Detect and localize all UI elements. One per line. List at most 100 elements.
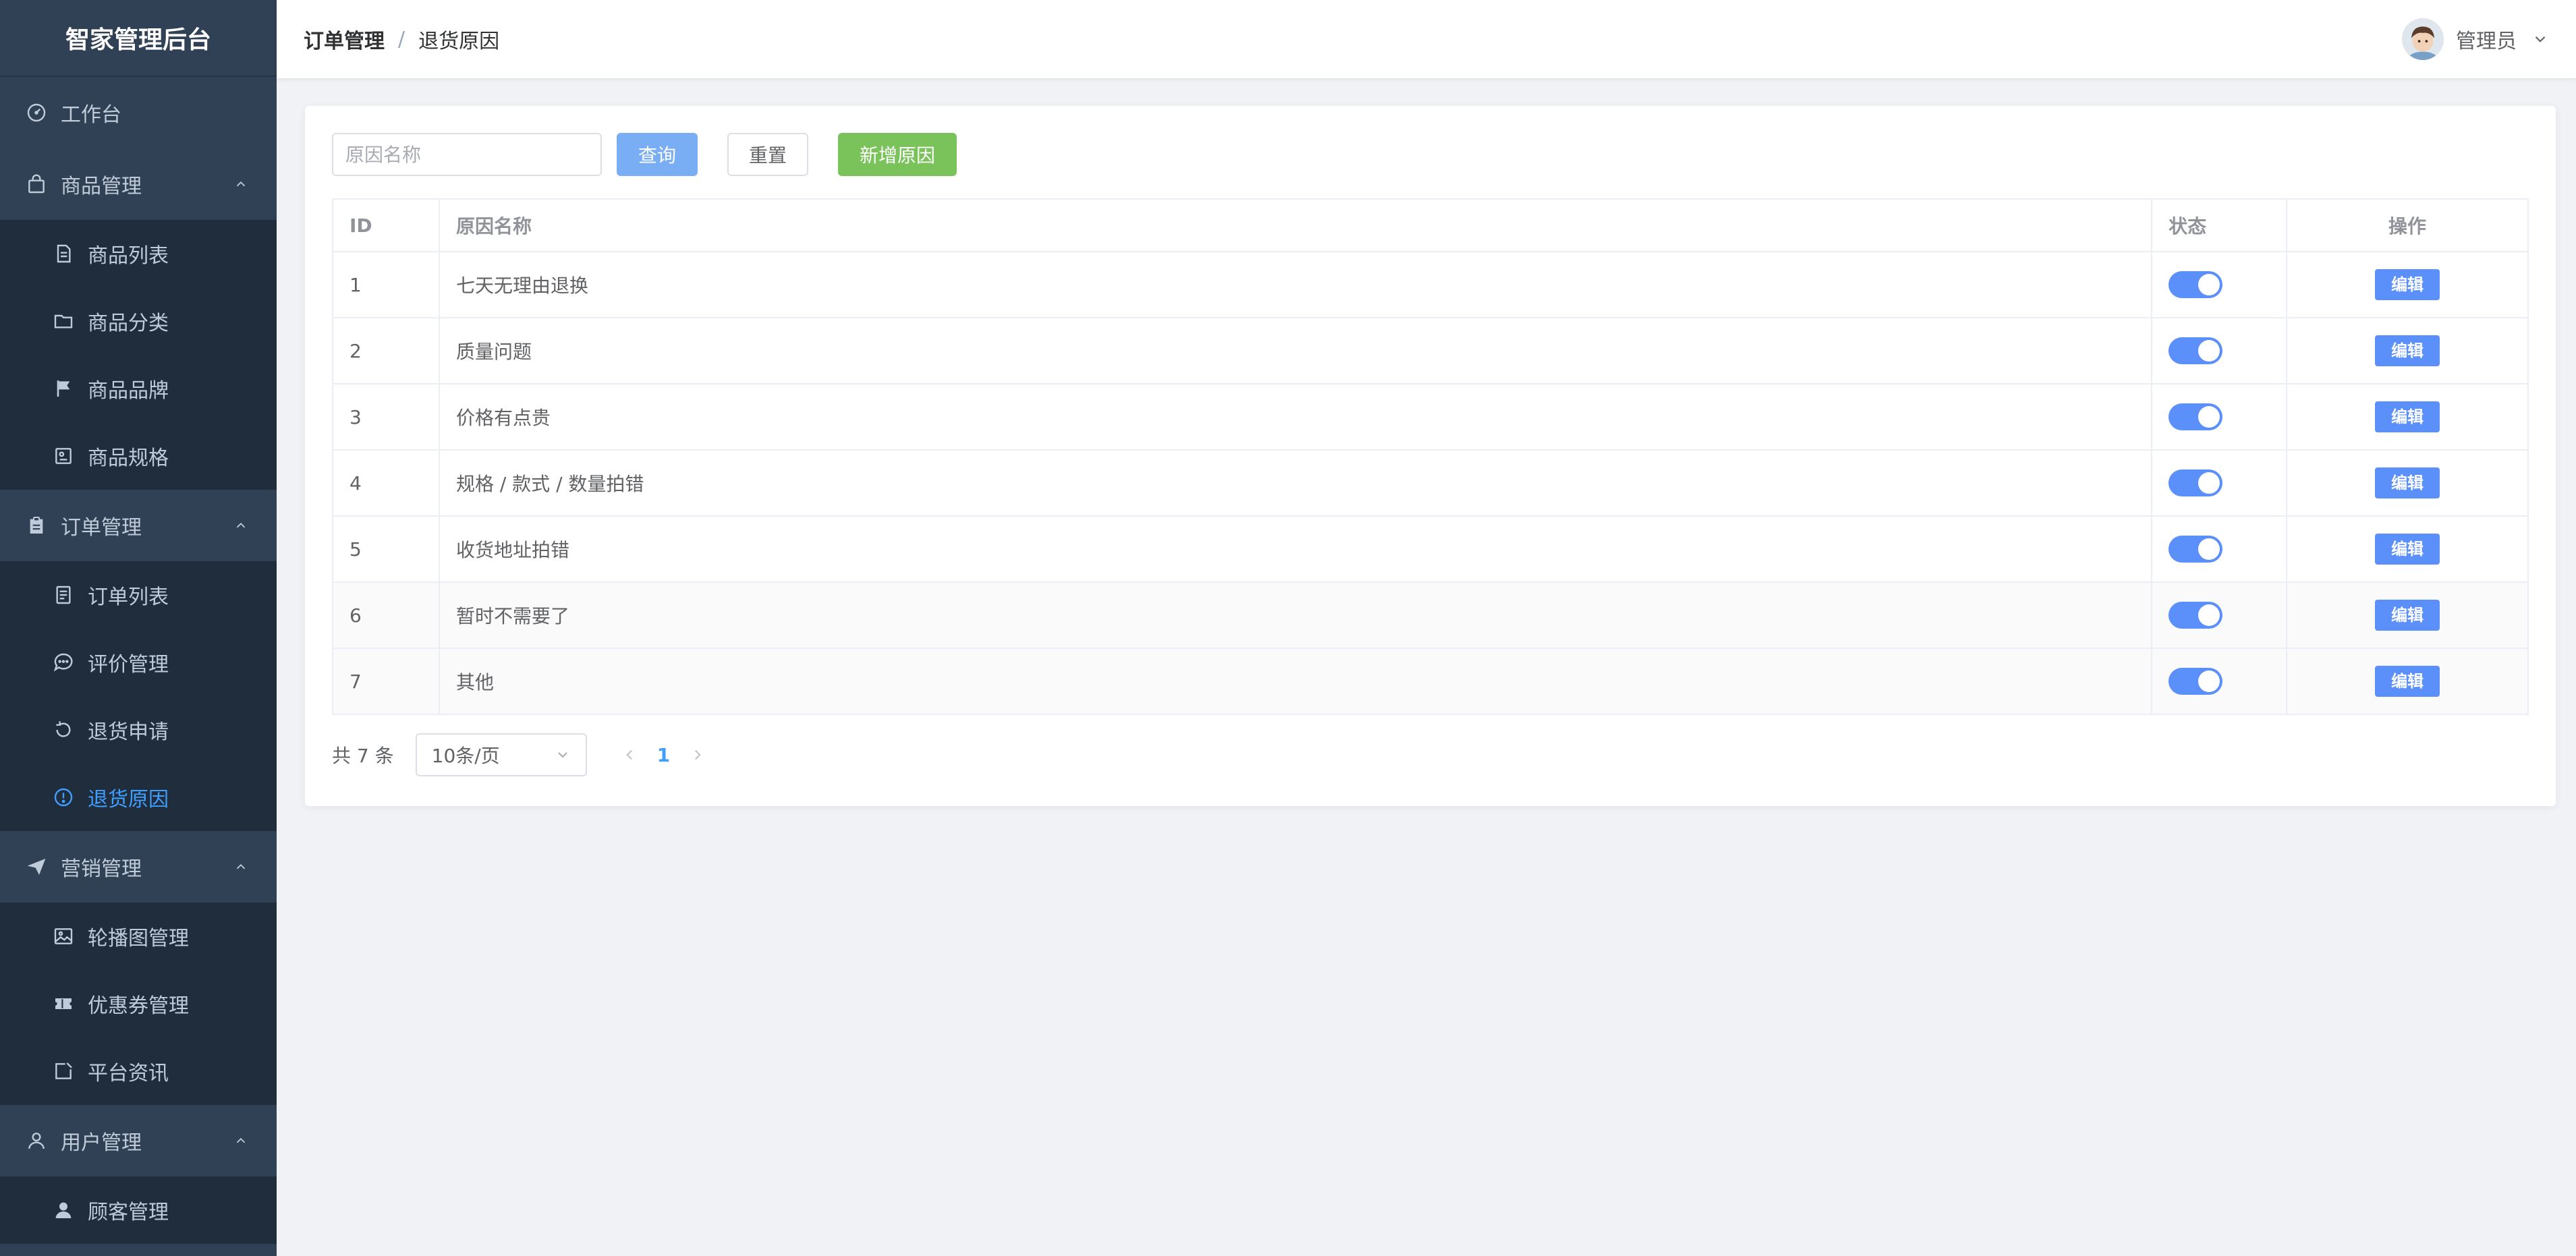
- sidebar-item-goods-brand[interactable]: 商品品牌: [0, 355, 277, 422]
- sidebar-item-label: 评价管理: [88, 653, 169, 677]
- brand-title: 智家管理后台: [0, 0, 277, 77]
- return-reasons-table: ID 原因名称 状态 操作 1 七天无理由退换 编辑 2 质量问题 编辑 3 价…: [332, 198, 2529, 715]
- user-menu[interactable]: 管理员: [2402, 0, 2549, 78]
- dashboard-icon: [26, 102, 47, 123]
- picture-icon: [53, 925, 74, 947]
- sidebar-item-return-requests[interactable]: 退货申请: [0, 696, 277, 764]
- chevron-up-icon: [236, 522, 246, 528]
- sidebar-item-label: 商品分类: [88, 312, 169, 335]
- sidebar-group-users[interactable]: 用户管理: [0, 1105, 277, 1176]
- chevron-up-icon: [236, 1137, 246, 1143]
- sidebar-item-banners[interactable]: 轮播图管理: [0, 903, 277, 970]
- sidebar-item-label: 顾客管理: [88, 1201, 169, 1224]
- column-header-status: 状态: [2151, 198, 2288, 252]
- table-row: 1 七天无理由退换 编辑: [332, 251, 2529, 318]
- cell-operation: 编辑: [2286, 581, 2529, 649]
- page-size-value: 10条/页: [431, 745, 500, 767]
- cell-operation: 编辑: [2286, 449, 2529, 517]
- cell-status: [2151, 449, 2288, 517]
- status-toggle[interactable]: [2168, 271, 2223, 298]
- refresh-icon: [53, 719, 74, 741]
- chat-icon: [53, 652, 74, 673]
- search-toolbar: 查询 重置 新增原因: [332, 133, 957, 176]
- table-row: 6 暂时不需要了 编辑: [332, 581, 2529, 649]
- edit-button[interactable]: 编辑: [2375, 467, 2440, 498]
- news-icon: [53, 1060, 74, 1082]
- cell-id: 2: [332, 317, 440, 384]
- sidebar-item-label: 订单列表: [88, 586, 169, 609]
- sidebar-group-marketing[interactable]: 营销管理: [0, 831, 277, 903]
- cell-name: 收货地址拍错: [438, 515, 2153, 583]
- status-toggle[interactable]: [2168, 337, 2223, 364]
- edit-button[interactable]: 编辑: [2375, 534, 2440, 565]
- cell-name: 规格 / 款式 / 数量拍错: [438, 449, 2153, 517]
- sidebar-item-label: 退货申请: [88, 720, 169, 744]
- status-toggle[interactable]: [2168, 403, 2223, 430]
- cell-status: [2151, 383, 2288, 451]
- table-row: 3 价格有点贵 编辑: [332, 383, 2529, 451]
- breadcrumb: 订单管理 / 退货原因: [304, 0, 499, 78]
- cell-id: 3: [332, 383, 440, 451]
- query-button[interactable]: 查询: [617, 133, 698, 176]
- sidebar-group-label: 用户管理: [61, 1131, 142, 1155]
- sidebar-item-label: 商品列表: [88, 244, 169, 268]
- cell-status: [2151, 515, 2288, 583]
- column-header-name: 原因名称: [438, 198, 2153, 252]
- edit-button[interactable]: 编辑: [2375, 269, 2440, 300]
- reason-name-search-input[interactable]: [332, 133, 602, 176]
- sidebar-item-goods-list[interactable]: 商品列表: [0, 220, 277, 287]
- table-header-row: ID 原因名称 状态 操作: [332, 198, 2529, 252]
- prev-page-icon[interactable]: [621, 746, 638, 764]
- content-card: 查询 重置 新增原因 ID 原因名称 状态 操作 1 七天无理由退换 编辑: [305, 106, 2556, 806]
- sidebar-item-coupons[interactable]: 优惠券管理: [0, 970, 277, 1037]
- page-size-select[interactable]: 10条/页: [415, 733, 587, 776]
- column-header-operation: 操作: [2286, 198, 2529, 252]
- sidebar: 智家管理后台 工作台 商品管理 商品列表 商品分类 商品品牌 商品规格 订单管理…: [0, 0, 277, 1256]
- ticket-icon: [53, 993, 74, 1015]
- cell-status: [2151, 581, 2288, 649]
- cell-id: 6: [332, 581, 440, 649]
- avatar: [2402, 18, 2444, 60]
- sidebar-group-label: 商品管理: [61, 175, 142, 198]
- sidebar-item-label: 商品品牌: [88, 379, 169, 403]
- edit-button[interactable]: 编辑: [2375, 335, 2440, 366]
- sidebar-item-reviews[interactable]: 评价管理: [0, 629, 277, 696]
- status-toggle[interactable]: [2168, 469, 2223, 496]
- sidebar-item-goods-category[interactable]: 商品分类: [0, 287, 277, 355]
- cell-id: 1: [332, 251, 440, 318]
- sidebar-group-goods[interactable]: 商品管理: [0, 148, 277, 220]
- breadcrumb-separator: /: [398, 27, 405, 51]
- edit-button[interactable]: 编辑: [2375, 401, 2440, 432]
- reset-button[interactable]: 重置: [727, 133, 808, 176]
- bag-icon: [26, 173, 47, 195]
- sidebar-item-dashboard[interactable]: 工作台: [0, 77, 277, 148]
- sidebar-item-goods-spec[interactable]: 商品规格: [0, 422, 277, 490]
- next-page-icon[interactable]: [689, 746, 706, 764]
- page-number[interactable]: 1: [657, 744, 670, 766]
- cell-status: [2151, 251, 2288, 318]
- breadcrumb-item-orders[interactable]: 订单管理: [304, 24, 385, 54]
- cell-status: [2151, 317, 2288, 384]
- table-row: 7 其他 编辑: [332, 648, 2529, 715]
- table-row: 5 收货地址拍错 编辑: [332, 515, 2529, 583]
- sidebar-item-order-list[interactable]: 订单列表: [0, 561, 277, 629]
- cell-name: 价格有点贵: [438, 383, 2153, 451]
- add-reason-button[interactable]: 新增原因: [838, 133, 957, 176]
- pagination-total: 共 7 条: [332, 745, 394, 767]
- cell-name: 暂时不需要了: [438, 581, 2153, 649]
- chevron-down-icon: [2535, 36, 2546, 42]
- sidebar-item-news[interactable]: 平台资讯: [0, 1037, 277, 1105]
- sidebar-item-customers[interactable]: 顾客管理: [0, 1176, 277, 1244]
- status-toggle[interactable]: [2168, 536, 2223, 563]
- edit-button[interactable]: 编辑: [2375, 600, 2440, 631]
- sidebar-item-return-reasons[interactable]: 退货原因: [0, 764, 277, 831]
- status-toggle[interactable]: [2168, 668, 2223, 695]
- edit-button[interactable]: 编辑: [2375, 666, 2440, 697]
- status-toggle[interactable]: [2168, 602, 2223, 629]
- top-header: 订单管理 / 退货原因 管理员: [277, 0, 2576, 78]
- list-icon: [53, 584, 74, 606]
- folder-icon: [53, 310, 74, 332]
- sidebar-item-label: 优惠券管理: [88, 994, 189, 1018]
- document-icon: [53, 243, 74, 264]
- sidebar-group-orders[interactable]: 订单管理: [0, 490, 277, 561]
